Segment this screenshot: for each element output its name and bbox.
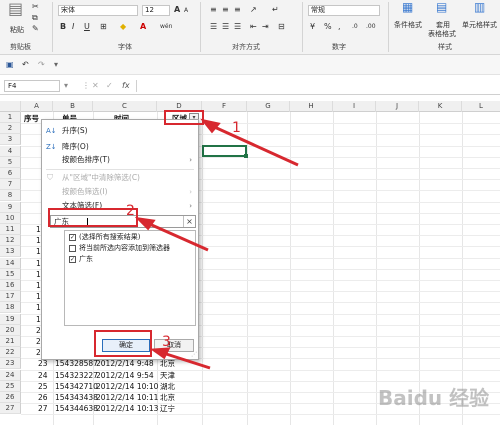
annotation-arrowhead-3 [149,347,171,360]
watermark: Baidu 经验 [378,386,490,410]
annotation-arrow-2 [144,220,209,252]
annotation-arrows [134,118,299,370]
annotation-arrow-1 [209,123,299,167]
annotation-label-3: 3 [162,334,171,350]
annotation-label-1: 1 [232,120,241,136]
annotation-arrowhead-2 [134,216,156,231]
annotation-arrow-3 [159,350,211,370]
annotation-label-2: 2 [126,203,135,219]
annotation-arrowhead-1 [200,118,221,134]
